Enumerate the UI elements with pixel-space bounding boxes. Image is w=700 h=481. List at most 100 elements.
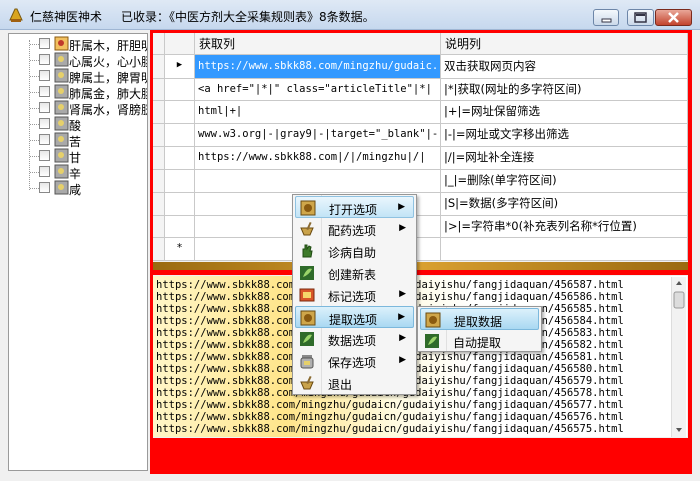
grid-cell-get[interactable] [195, 170, 441, 193]
tree-item[interactable]: 肝属木，肝胆明 [9, 36, 147, 53]
grid-cell-desc[interactable]: |+|=网址保留筛选 [441, 101, 688, 124]
rules-grid[interactable]: 获取列 说明列 ▶ * https://www.sbkk88.com/mingz… [153, 33, 688, 261]
submenu-arrow-icon: ▶ [399, 223, 406, 233]
menu-item-open-options[interactable]: 打开选项 ▶ [295, 196, 414, 218]
tree-item[interactable]: 辛 [9, 164, 147, 181]
grid-cell-desc[interactable]: |>|=字符串*0(补充表列名称*行位置) [441, 216, 688, 238]
tree-item[interactable]: 肾属水，肾膀胱 [9, 100, 147, 117]
row-selector[interactable] [165, 124, 195, 147]
tree-item[interactable]: 心属火，心小肠 [9, 52, 147, 69]
herb-scroll-icon [300, 200, 316, 216]
grid-cell-desc[interactable]: 双击获取网页内容 [441, 55, 688, 79]
tree-checkbox[interactable] [39, 118, 50, 129]
maximize-button[interactable] [627, 9, 654, 26]
minimize-button[interactable] [593, 9, 619, 26]
herb-icon [54, 52, 69, 67]
tree-item[interactable]: 酸 [9, 116, 147, 133]
menu-item-self-diagnosis[interactable]: 诊病自助 [295, 240, 414, 262]
mortar-icon [299, 221, 315, 237]
context-menu: 打开选项 ▶ 配药选项 ▶ 诊病自助 创建新表 标记选项 ▶ 提取选项 ▶ 数据… [292, 194, 417, 395]
herb-icon [54, 116, 69, 131]
menu-item-prescribe-options[interactable]: 配药选项 ▶ [295, 218, 414, 240]
grid-cell-desc[interactable]: |_|=删除(单字符区间) [441, 170, 688, 193]
tree-item[interactable]: 肺属金，肺大肠 [9, 84, 147, 101]
book-icon [299, 287, 315, 303]
url-results-textarea[interactable]: https://www.sbkk88.com/mingzhu/gudaicn/g… [153, 276, 687, 437]
jar-icon [299, 353, 315, 369]
submenu-item-extract-data[interactable]: 提取数据 [420, 308, 539, 330]
row-selector[interactable] [165, 193, 195, 216]
grid-cell-get[interactable]: https://www.sbkk88.com|/|/mingzhu|/| [195, 147, 441, 170]
tree-checkbox[interactable] [39, 54, 50, 65]
app-icon [8, 7, 24, 23]
submenu-arrow-icon: ▶ [399, 355, 406, 365]
row-selector[interactable] [165, 79, 195, 101]
grid-cell-get[interactable]: html|+| [195, 101, 441, 124]
grid-corner [153, 33, 165, 55]
grid-header-blank [165, 33, 195, 55]
tree-checkbox[interactable] [39, 166, 50, 177]
grid-cell-get[interactable]: www.w3.org|-|gray9|-|target="_blank"|-| [195, 124, 441, 147]
tree-checkbox[interactable] [39, 38, 50, 49]
herb-icon [54, 36, 69, 51]
mortar-icon [299, 375, 315, 391]
grid-cell-get[interactable]: <a href="|*|" class="articleTitle"|*| [195, 79, 441, 101]
grid-cell-desc[interactable]: |*|获取(网址的多字符区间) [441, 79, 688, 101]
close-button[interactable] [655, 9, 692, 26]
menu-item-create-table[interactable]: 创建新表 [295, 262, 414, 284]
tree-checkbox[interactable] [39, 182, 50, 193]
menu-item-extract-options[interactable]: 提取选项 ▶ [295, 306, 414, 328]
category-tree[interactable]: 肝属木，肝胆明 心属火，心小肠 脾属土，脾胃明 肺属金，肺大肠 肾属水，肾膀胱 … [8, 33, 148, 471]
scroll-down-arrow-icon [676, 428, 682, 432]
scroll-thumb [673, 291, 685, 309]
column-header-get[interactable]: 获取列 [195, 33, 441, 55]
grid-cell-desc[interactable]: |/|=网址补全连接 [441, 147, 688, 170]
new-row-indicator[interactable]: * [165, 238, 195, 261]
grid-new-row-cell[interactable] [441, 238, 688, 261]
record-count-info: 已收录：《中医方剂大全采集规则表》8条数据。 [121, 10, 375, 24]
decor-strip [153, 262, 688, 270]
tree-checkbox[interactable] [39, 150, 50, 161]
menu-item-exit[interactable]: 退出 [295, 372, 414, 394]
green-leaf-icon [299, 331, 315, 347]
app-title: 仁慈神医神术 [30, 10, 103, 24]
tree-checkbox[interactable] [39, 70, 50, 81]
menu-item-save-options[interactable]: 保存选项 ▶ [295, 350, 414, 372]
scroll-up-arrow-icon [676, 281, 682, 285]
tree-item[interactable]: 苦 [9, 132, 147, 149]
submenu-item-auto-extract[interactable]: 自动提取 [420, 330, 539, 352]
tree-checkbox[interactable] [39, 86, 50, 97]
herb-icon [54, 164, 69, 179]
column-header-desc[interactable]: 说明列 [441, 33, 688, 55]
menu-item-data-options[interactable]: 数据选项 ▶ [295, 328, 414, 350]
tree-item-label: 咸 [69, 183, 82, 197]
url-pane-scrollbar[interactable] [671, 277, 686, 437]
grid-cell-desc[interactable]: |S|=数据(多字符区间) [441, 193, 688, 216]
submenu-arrow-icon: ▶ [398, 312, 405, 322]
herb-icon [54, 68, 69, 83]
tree-item[interactable]: 脾属土，脾胃明 [9, 68, 147, 85]
tree-item[interactable]: 咸 [9, 180, 147, 197]
tree-checkbox[interactable] [39, 134, 50, 145]
hand-icon [299, 243, 315, 259]
url-line: https://www.sbkk88.com/mingzhu/gudaicn/g… [156, 411, 624, 423]
row-selector[interactable] [165, 170, 195, 193]
herb-scroll-icon [300, 310, 316, 326]
herb-icon [54, 100, 69, 115]
tree-item[interactable]: 甘 [9, 148, 147, 165]
submenu-arrow-icon: ▶ [398, 202, 405, 212]
green-leaf-icon [424, 333, 440, 349]
row-selector[interactable] [165, 216, 195, 238]
tree-checkbox[interactable] [39, 102, 50, 113]
herb-icon [54, 84, 69, 99]
green-leaf-icon [299, 265, 315, 281]
row-selector[interactable] [165, 101, 195, 124]
grid-cell-desc[interactable]: |-|=网址或文字移出筛选 [441, 124, 688, 147]
current-row-indicator[interactable]: ▶ [165, 55, 195, 79]
url-line: https://www.sbkk88.com/mingzhu/gudaicn/g… [156, 423, 624, 435]
row-selector[interactable] [165, 147, 195, 170]
url-line: https://www.sbkk88.com/mingzhu/gudaicn/g… [156, 399, 624, 411]
grid-cell-get[interactable]: https://www.sbkk88.com/mingzhu/gudaic... [195, 55, 441, 79]
title-bar: 仁慈神医神术 已收录：《中医方剂大全采集规则表》8条数据。 [0, 0, 700, 30]
menu-item-mark-options[interactable]: 标记选项 ▶ [295, 284, 414, 306]
